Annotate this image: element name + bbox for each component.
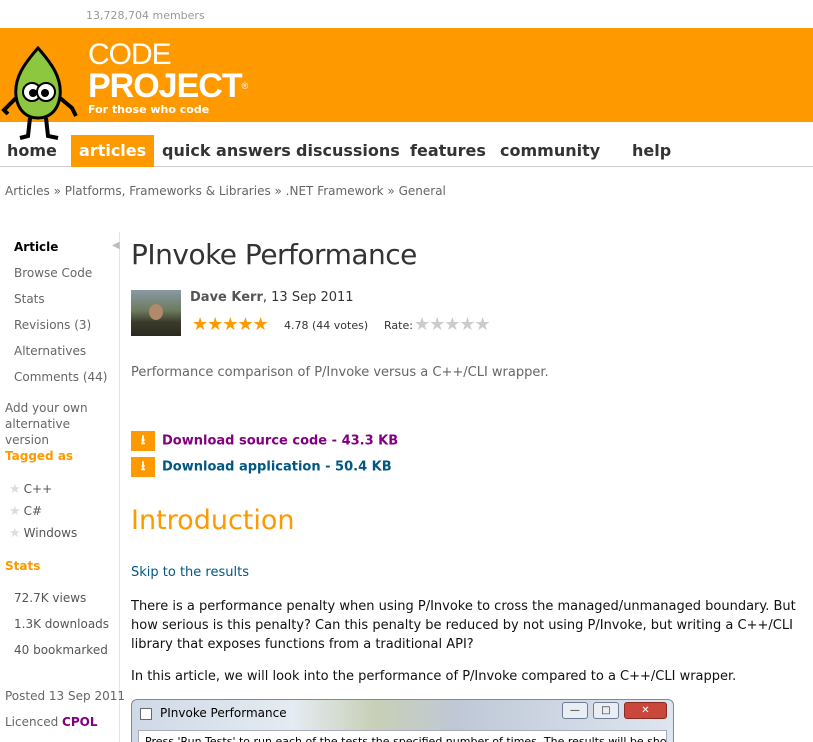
download-icon: ⭳ [131,457,155,477]
download-application-link[interactable]: ⭳ Download application - 50.4 KB [131,457,392,477]
skip-to-results-link[interactable]: Skip to the results [131,565,249,580]
article-summary: Performance comparison of P/Invoke versu… [131,365,549,380]
author-avatar[interactable] [131,290,181,336]
nav-community[interactable]: community [500,135,600,167]
nav-quick-answers[interactable]: quick answers [162,135,291,167]
article-title: PInvoke Performance [131,238,417,271]
site-logo[interactable]: CODE PROJECT® For those who code [88,38,248,117]
window-body-text: Press 'Run Tests' to run each of the tes… [138,730,667,742]
download-icon: ⭳ [131,431,155,451]
sidebar-item-stats[interactable]: Stats [14,292,45,306]
bookmarked-stat: 40 bookmarked [14,643,108,657]
posted-date: Posted 13 Sep 2011 [5,689,125,703]
rate-stars-input[interactable]: ★★★★★ [414,314,491,335]
window-title: PInvoke Performance [160,706,287,720]
sidebar-item-alternatives[interactable]: Alternatives [14,344,86,358]
licence-link[interactable]: CPOL [62,715,97,729]
rate-label: Rate: [384,319,413,332]
star-icon: ★ [9,526,21,541]
nav-home[interactable]: home [7,135,57,167]
bob-mascot-icon[interactable] [0,46,80,146]
tagged-as-heading: Tagged as [5,449,74,463]
nav-articles[interactable]: articles [71,135,155,167]
star-icon: ★ [9,504,21,519]
tag-item[interactable]: ★ Windows [9,526,77,541]
triangle-left-icon[interactable]: ◀ [112,240,120,251]
tag-item[interactable]: ★ C++ [9,482,52,497]
screenshot-window: PInvoke Performance — □ ✕ Press 'Run Tes… [131,699,674,742]
author-name[interactable]: Dave Kerr [190,290,263,305]
intro-paragraph: There is a performance penalty when usin… [131,599,796,652]
nav-features[interactable]: features [410,135,486,167]
main-nav: home articles quick answers discussions … [0,135,813,167]
author-line: Dave Kerr, 13 Sep 2011 [190,290,354,305]
window-controls: — □ ✕ [561,702,667,721]
rating-stars: ★★★★★ [192,314,269,335]
introduction-heading: Introduction [131,505,295,536]
sidebar-item-browse-code[interactable]: Browse Code [14,266,92,280]
downloads-stat: 1.3K downloads [14,617,110,631]
download-source-link[interactable]: ⭳ Download source code - 43.3 KB [131,431,398,451]
minimize-icon[interactable]: — [561,702,588,719]
sidebar-item-article[interactable]: Article [14,240,58,254]
stats-heading: Stats [5,559,41,573]
views-stat: 72.7K views [14,591,87,605]
breadcrumb[interactable]: Articles » Platforms, Frameworks & Libra… [5,184,446,198]
sidebar-item-revisions[interactable]: Revisions (3) [14,318,91,332]
logo-code-text: CODE [88,38,172,71]
window-app-icon [140,708,152,720]
maximize-icon[interactable]: □ [592,702,619,719]
add-alternative-link[interactable]: Add your own alternative version [5,400,115,448]
nav-help[interactable]: help [632,135,671,167]
nav-discussions[interactable]: discussions [296,135,400,167]
intro-paragraph-2: In this article, we will look into the p… [131,669,737,684]
site-header-banner: CODE PROJECT® For those who code [0,28,813,140]
sidebar-item-comments[interactable]: Comments (44) [14,370,108,384]
logo-project-text: PROJECT® [88,67,248,105]
member-count: 13,728,704 members [86,9,205,22]
licence-info: Licenced CPOL [5,715,98,729]
star-icon: ★ [9,482,21,497]
close-icon[interactable]: ✕ [624,702,667,719]
rating-value: 4.78 (44 votes) [284,319,369,332]
tag-item[interactable]: ★ C# [9,504,42,519]
